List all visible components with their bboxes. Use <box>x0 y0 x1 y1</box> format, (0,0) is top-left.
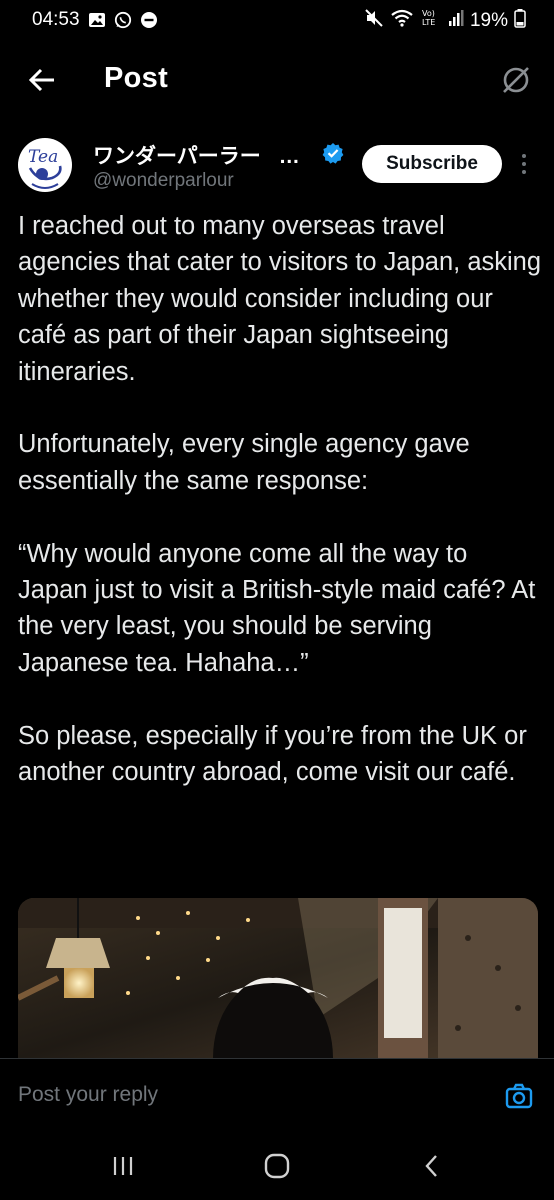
grok-icon <box>503 67 529 93</box>
author-handle[interactable]: @wonderparlour <box>93 170 234 192</box>
post-text: I reached out to many overseas travel ag… <box>18 208 542 827</box>
subscribe-button[interactable]: Subscribe <box>362 145 502 183</box>
arrow-left-icon <box>28 68 54 92</box>
reply-input[interactable]: Post your reply <box>18 1083 158 1107</box>
post-paragraph: I reached out to many overseas travel ag… <box>18 212 542 386</box>
app-header: Post <box>0 48 554 112</box>
battery-percentage: 19% <box>469 10 508 31</box>
camera-icon[interactable] <box>504 1081 534 1111</box>
wifi-icon <box>390 8 414 34</box>
volte-icon: Vo) LTE <box>420 8 442 34</box>
page-title: Post <box>104 62 169 94</box>
back-chevron-icon[interactable] <box>412 1150 452 1182</box>
reply-bar: Post your reply <box>0 1058 554 1133</box>
author-row: Tea ワンダーパーラー … @wonderparlour Subscribe <box>0 132 554 196</box>
whatsapp-icon <box>114 11 132 29</box>
verified-badge-icon <box>322 142 344 164</box>
recents-icon[interactable] <box>103 1150 143 1182</box>
gallery-icon <box>88 11 106 29</box>
post-paragraph: Unfortunately, every single agency gave … <box>18 430 470 495</box>
svg-text:Vo): Vo) <box>422 9 435 18</box>
author-name[interactable]: ワンダーパーラー … <box>93 140 300 170</box>
post-paragraph: So please, especially if you’re from the… <box>18 721 527 787</box>
back-button[interactable] <box>24 62 60 98</box>
post-image[interactable] <box>18 898 538 1058</box>
status-left: 04:53 <box>32 9 158 31</box>
system-nav-bar <box>0 1132 554 1200</box>
mute-icon <box>364 8 384 34</box>
tea-logo-avatar: Tea <box>19 139 71 191</box>
status-bar: 04:53 Vo) LTE 19% <box>0 0 554 40</box>
author-display-name: ワンダーパーラー <box>93 145 261 168</box>
avatar-logo-text: Tea <box>28 147 58 167</box>
cafe-photo <box>18 898 538 1058</box>
home-icon[interactable] <box>257 1150 297 1182</box>
signal-icon <box>448 8 464 34</box>
grok-button[interactable] <box>498 62 534 98</box>
dnd-icon <box>140 11 158 29</box>
svg-text:LTE: LTE <box>422 18 435 27</box>
name-truncation: … <box>278 145 300 168</box>
more-options-icon[interactable] <box>514 148 534 180</box>
avatar[interactable]: Tea <box>18 138 72 192</box>
status-time: 04:53 <box>32 9 80 30</box>
battery-icon <box>514 8 526 34</box>
status-right: Vo) LTE 19% <box>364 8 526 34</box>
post-paragraph: “Why would anyone come all the way to Ja… <box>18 539 536 677</box>
